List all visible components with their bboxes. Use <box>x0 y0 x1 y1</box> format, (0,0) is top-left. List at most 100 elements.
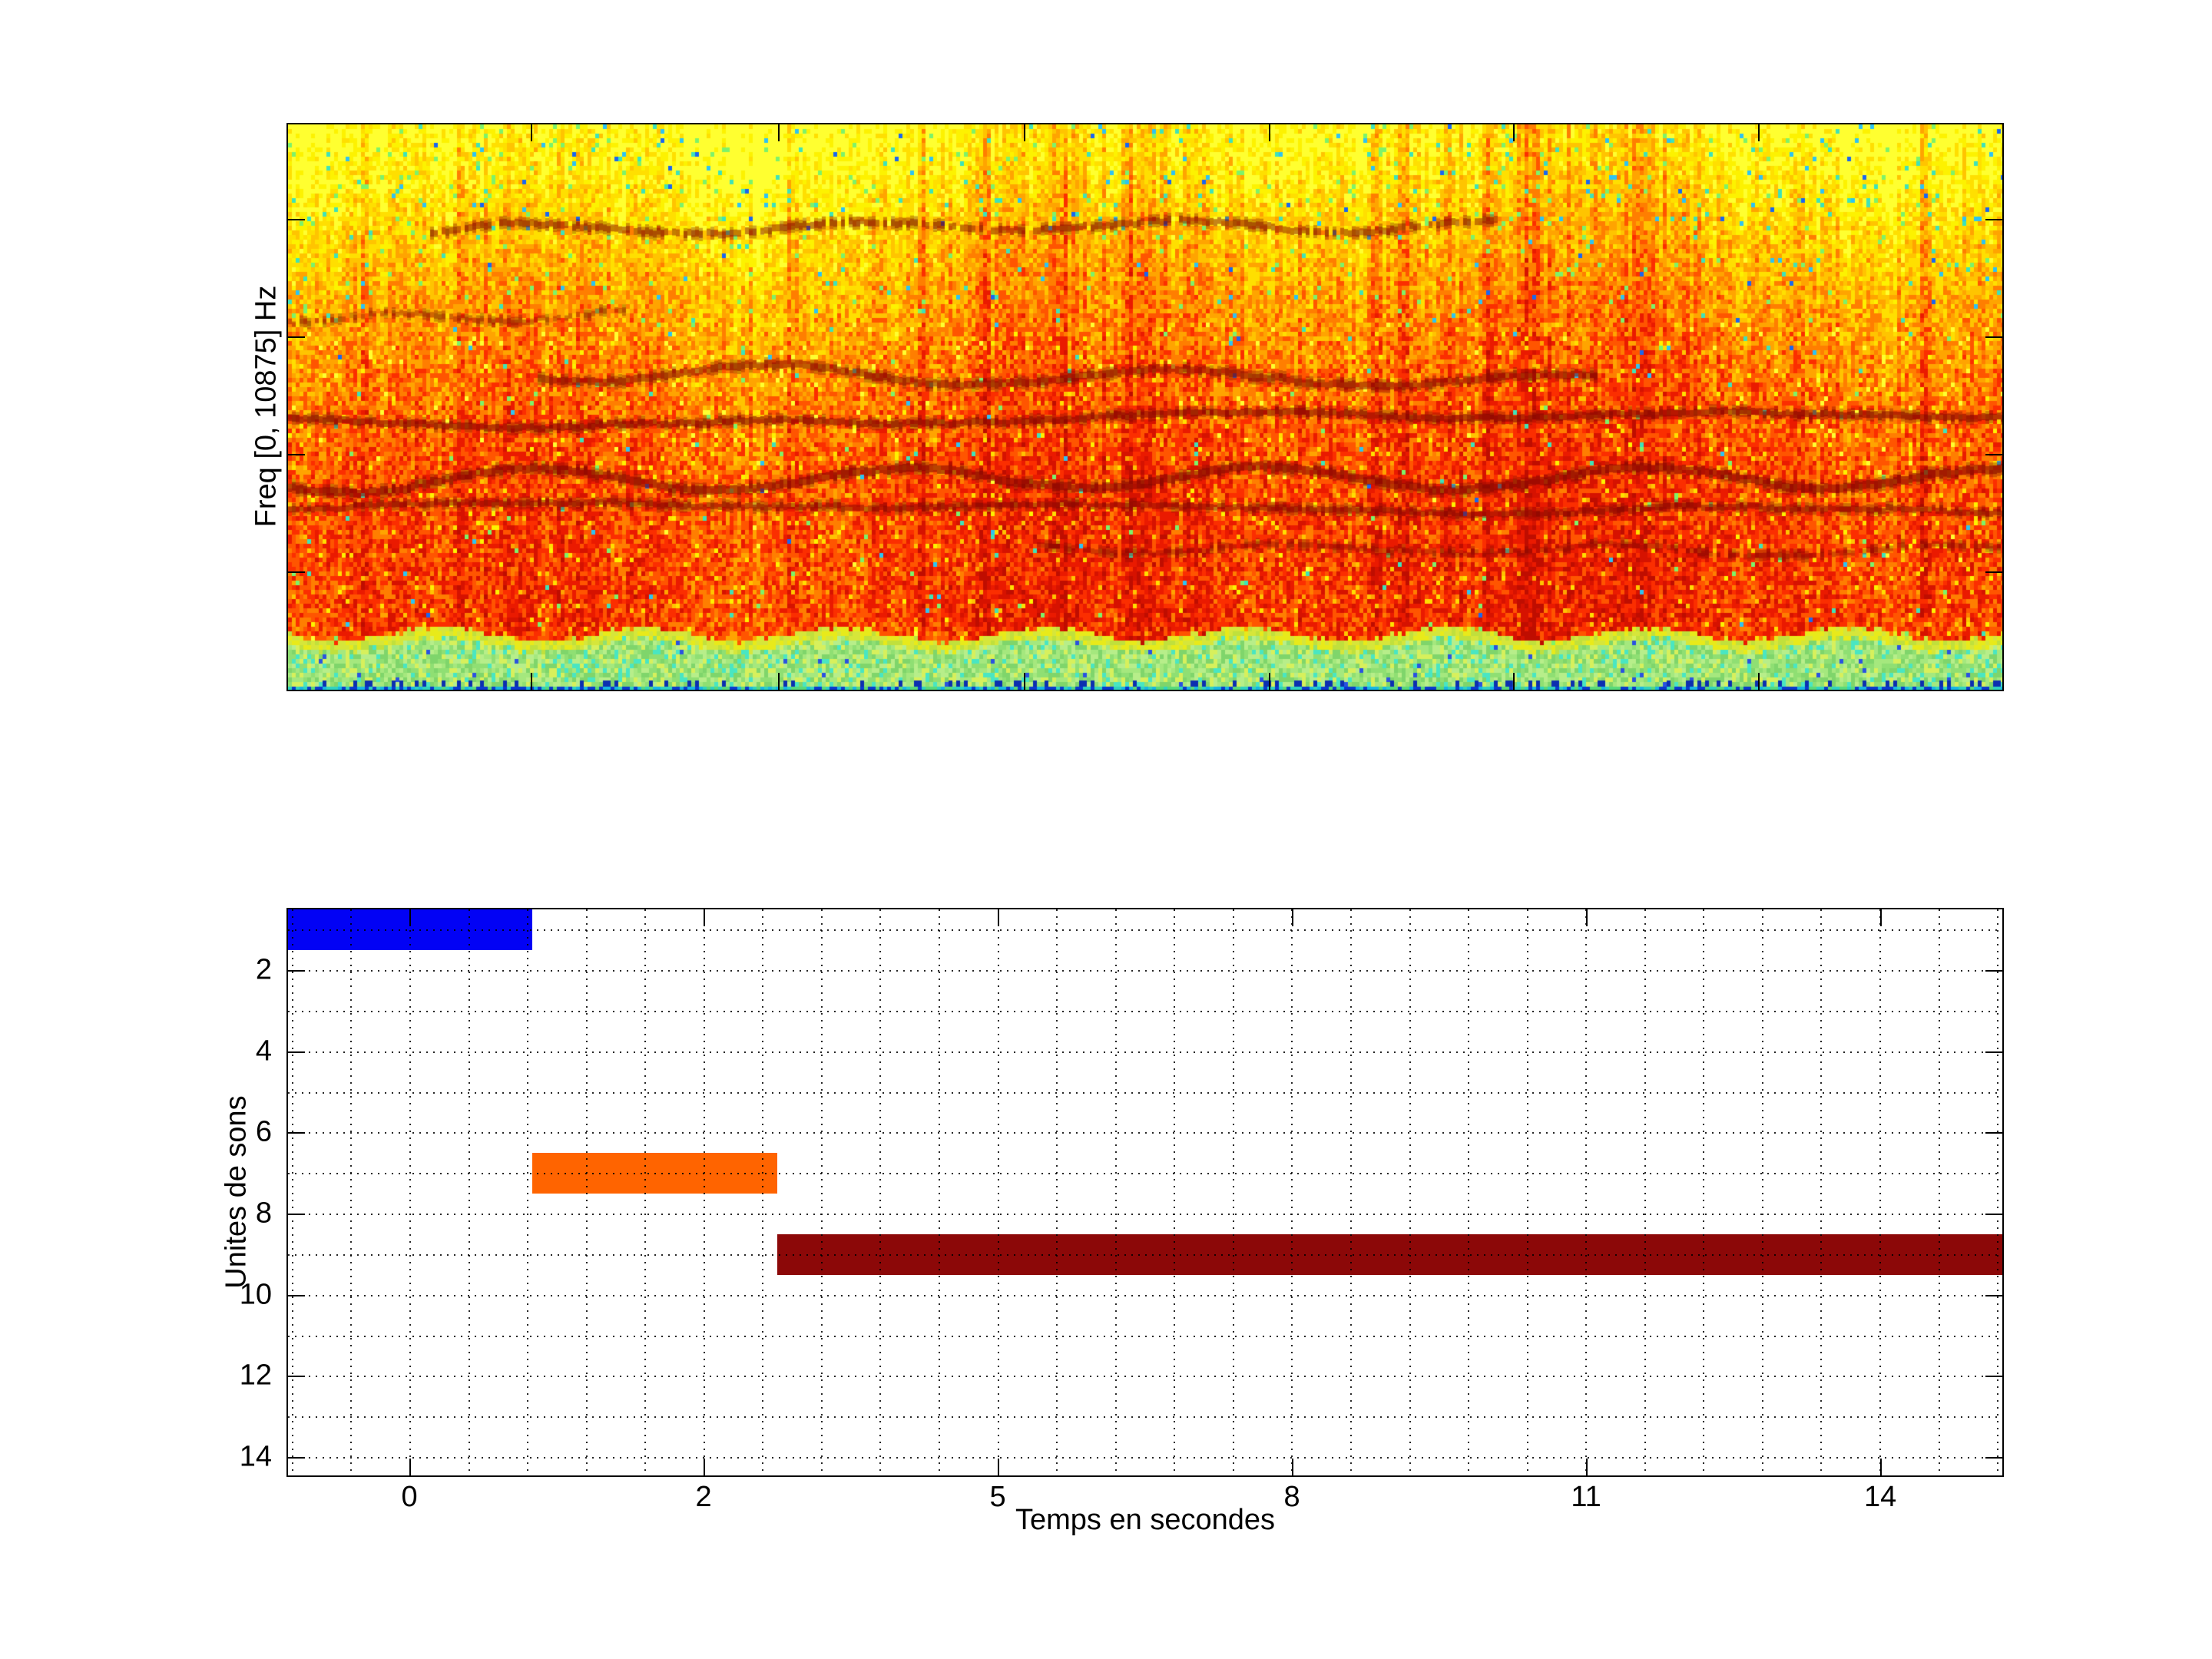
spectrogram-x-tick <box>1269 124 1270 141</box>
spectrogram-y-tick <box>1985 571 2002 573</box>
timeline-x-tick <box>704 909 705 926</box>
timeline-x-tick <box>409 1459 411 1475</box>
horizontal-gridline <box>288 1132 2002 1134</box>
y-tick-label: 6 <box>198 1116 272 1149</box>
vertical-gridline <box>1056 909 1058 1475</box>
timeline-x-tick <box>409 909 411 926</box>
spectrogram-x-tick <box>778 124 780 141</box>
vertical-gridline <box>1762 909 1763 1475</box>
matlab-figure: Freq [0, 10875] Hz Unites de sons Temps … <box>0 0 2212 1659</box>
vertical-gridline <box>939 909 940 1475</box>
spectrogram-x-tick <box>778 673 780 690</box>
vertical-gridline <box>998 909 999 1475</box>
y-tick-label: 14 <box>198 1440 272 1473</box>
horizontal-gridline <box>288 1173 2002 1174</box>
timeline-y-tick <box>1985 1214 2002 1215</box>
vertical-gridline <box>644 909 646 1475</box>
vertical-gridline <box>1350 909 1352 1475</box>
timeline-y-tick <box>288 1051 305 1053</box>
vertical-gridline <box>1468 909 1469 1475</box>
spectrogram-x-tick <box>1513 673 1515 690</box>
timeline-y-tick <box>288 1132 305 1134</box>
timeline-y-tick <box>288 1214 305 1215</box>
horizontal-gridline <box>288 1092 2002 1094</box>
spectrogram-heatmap <box>288 124 2002 690</box>
vertical-gridline <box>527 909 528 1475</box>
spectrogram-y-tick <box>1985 336 2002 338</box>
timeline-y-tick <box>1985 1051 2002 1053</box>
vertical-gridline <box>1174 909 1175 1475</box>
spectrogram-y-tick <box>288 571 305 573</box>
vertical-gridline <box>879 909 881 1475</box>
vertical-gridline <box>704 909 705 1475</box>
x-tick-label: 11 <box>1571 1481 1601 1514</box>
spectrogram-x-tick <box>531 673 532 690</box>
vertical-gridline <box>1291 909 1293 1475</box>
timeline-y-tick <box>288 1457 305 1459</box>
timeline-x-tick <box>1586 1459 1588 1475</box>
vertical-gridline <box>586 909 588 1475</box>
spectrogram-axes <box>286 123 2004 691</box>
timeline-y-tick <box>288 1376 305 1377</box>
horizontal-gridline <box>288 1376 2002 1377</box>
x-tick-label: 8 <box>1283 1481 1300 1514</box>
vertical-gridline <box>1233 909 1234 1475</box>
timeline-y-tick <box>288 1295 305 1296</box>
vertical-gridline <box>292 909 293 1475</box>
vertical-gridline <box>1703 909 1704 1475</box>
timeline-x-tick <box>704 1459 705 1475</box>
vertical-gridline <box>469 909 470 1475</box>
horizontal-gridline <box>288 1295 2002 1296</box>
vertical-gridline <box>1115 909 1117 1475</box>
timeline-x-tick <box>1586 909 1588 926</box>
vertical-gridline <box>1820 909 1822 1475</box>
spectrogram-x-tick <box>1758 673 1760 690</box>
timeline-x-tick <box>998 909 999 926</box>
horizontal-gridline <box>288 1214 2002 1215</box>
vertical-gridline <box>350 909 352 1475</box>
horizontal-gridline <box>288 1051 2002 1053</box>
vertical-gridline <box>409 909 411 1475</box>
timeline-y-tick <box>1985 1376 2002 1377</box>
timeline-y-tick <box>1985 1295 2002 1296</box>
vertical-gridline <box>1409 909 1411 1475</box>
timeline-x-tick <box>1292 909 1293 926</box>
x-tick-label: 5 <box>989 1481 1005 1514</box>
y-tick-label: 8 <box>198 1197 272 1230</box>
spectrogram-x-tick <box>1024 124 1025 141</box>
sound-units-axes <box>286 908 2004 1477</box>
vertical-gridline <box>821 909 823 1475</box>
timeline-x-tick <box>1880 1459 1882 1475</box>
spectrogram-x-tick <box>1269 673 1270 690</box>
horizontal-gridline <box>288 1457 2002 1459</box>
vertical-gridline <box>1644 909 1646 1475</box>
timeline-x-tick <box>1880 909 1882 926</box>
spectrogram-x-tick <box>531 124 532 141</box>
vertical-gridline <box>1939 909 1940 1475</box>
y-tick-label: 10 <box>198 1278 272 1311</box>
spectrogram-y-tick <box>288 336 305 338</box>
horizontal-gridline <box>288 1416 2002 1418</box>
timeline-y-tick <box>1985 1132 2002 1134</box>
vertical-gridline <box>1585 909 1587 1475</box>
timeline-y-tick <box>1985 1457 2002 1459</box>
timeline-x-tick <box>998 1459 999 1475</box>
timeline-y-tick <box>1985 970 2002 972</box>
spectrogram-y-tick <box>288 454 305 455</box>
horizontal-gridline <box>288 1254 2002 1256</box>
x-tick-label: 14 <box>1864 1481 1896 1514</box>
horizontal-gridline <box>288 929 2002 931</box>
x-tick-label: 0 <box>401 1481 417 1514</box>
x-tick-label: 2 <box>695 1481 711 1514</box>
spectrogram-y-tick <box>1985 219 2002 220</box>
y-tick-label: 4 <box>198 1035 272 1068</box>
timeline-x-tick <box>1292 1459 1293 1475</box>
vertical-gridline <box>1879 909 1881 1475</box>
spectrogram-x-tick <box>1024 673 1025 690</box>
y-tick-label: 12 <box>198 1359 272 1392</box>
spectrogram-y-tick <box>1985 454 2002 455</box>
y-tick-label: 2 <box>198 954 272 987</box>
vertical-gridline <box>762 909 763 1475</box>
vertical-gridline <box>1997 909 1998 1475</box>
spectrogram-y-tick <box>288 219 305 220</box>
